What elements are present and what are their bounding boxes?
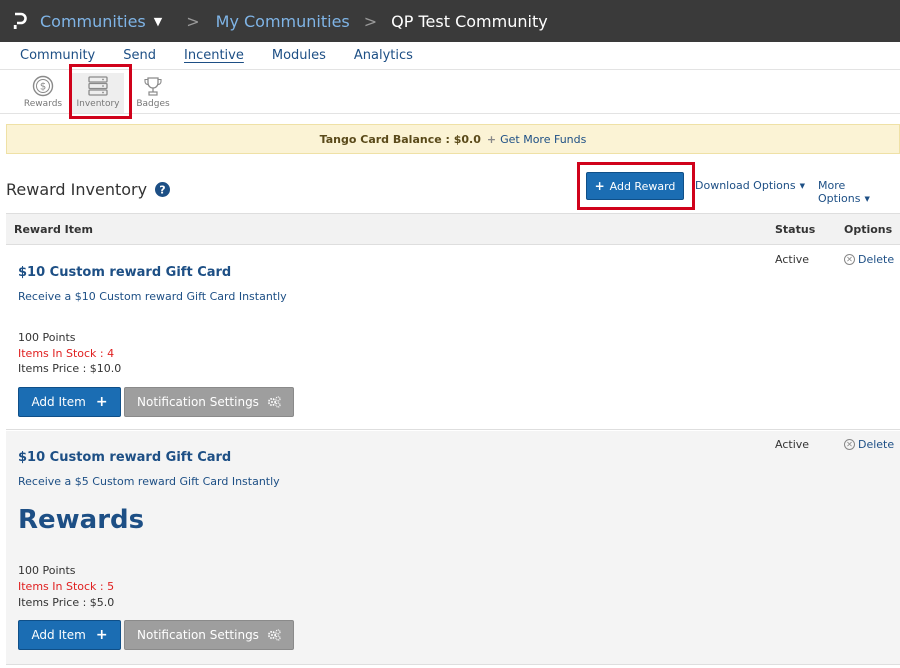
- caret-down-icon: ▼: [153, 14, 163, 28]
- notification-settings-label: Notification Settings: [137, 395, 259, 409]
- table-row: $10 Custom reward Gift Card Receive a $5…: [6, 431, 900, 665]
- download-options-label: Download Options: [695, 179, 796, 192]
- subtab-rewards-label: Rewards: [23, 99, 63, 109]
- subtab-badges-label: Badges: [136, 99, 170, 109]
- top-bar: Communities ▼ > My Communities > QP Test…: [0, 0, 900, 42]
- reward-description: Receive a $10 Custom reward Gift Card In…: [18, 290, 287, 303]
- breadcrumb-communities-label: Communities: [40, 11, 146, 31]
- caret-down-icon: ▼: [864, 195, 870, 203]
- nav-analytics[interactable]: Analytics: [354, 48, 413, 69]
- column-reward-item: Reward Item: [14, 223, 93, 236]
- page-title-wrap: Reward Inventory ?: [6, 180, 171, 199]
- notification-settings-button[interactable]: Notification Settings: [124, 620, 294, 650]
- more-options-label: More Options: [818, 179, 861, 205]
- reward-description: Receive a $5 Custom reward Gift Card Ins…: [18, 475, 280, 488]
- reward-points: 100 Points: [18, 564, 76, 577]
- gears-icon: [267, 396, 281, 408]
- trophy-icon: [127, 73, 179, 99]
- tango-balance: Tango Card Balance : $0.0: [319, 132, 481, 146]
- delete-button[interactable]: ✕ Delete: [844, 253, 894, 266]
- reward-points: 100 Points: [18, 331, 76, 344]
- breadcrumb-separator: >: [186, 11, 200, 31]
- breadcrumb-current: QP Test Community: [391, 11, 548, 31]
- page-title: Reward Inventory: [6, 180, 148, 199]
- plus-icon: +: [594, 179, 605, 193]
- reward-title-link[interactable]: $10 Custom reward Gift Card: [18, 265, 231, 280]
- add-item-button[interactable]: Add Item +: [18, 620, 121, 650]
- svg-text:$: $: [40, 82, 46, 93]
- reward-price: Items Price : $10.0: [18, 362, 122, 375]
- status-value: Active: [775, 253, 810, 266]
- plus-icon: +: [95, 394, 108, 410]
- more-options-dropdown[interactable]: More Options ▼: [818, 179, 900, 205]
- add-item-label: Add Item: [31, 628, 86, 642]
- column-status: Status: [775, 223, 816, 236]
- highlight-box-inventory: [69, 64, 132, 119]
- breadcrumb-separator: >: [363, 11, 378, 31]
- delete-label: Delete: [858, 253, 895, 266]
- notification-settings-button[interactable]: Notification Settings: [124, 387, 294, 417]
- notification-settings-label: Notification Settings: [137, 628, 259, 642]
- add-item-label: Add Item: [31, 395, 86, 409]
- column-options: Options: [844, 223, 893, 236]
- svg-text:?: ?: [159, 184, 165, 197]
- add-item-button[interactable]: Add Item +: [18, 387, 121, 417]
- reward-heading-text: Rewards: [18, 505, 145, 535]
- gears-icon: [267, 629, 281, 641]
- add-reward-button[interactable]: + Add Reward: [586, 172, 684, 200]
- status-value: Active: [775, 438, 810, 451]
- reward-stock: Items In Stock : 5: [18, 580, 115, 593]
- main-nav: Community Send Incentive Modules Analyti…: [0, 42, 900, 70]
- nav-incentive[interactable]: Incentive: [184, 48, 244, 69]
- get-more-funds-link[interactable]: Get More Funds: [500, 133, 586, 146]
- table-row: $10 Custom reward Gift Card Receive a $1…: [6, 245, 900, 430]
- plus-icon: +: [486, 132, 497, 146]
- table-header: Reward Item Status Options: [6, 213, 900, 245]
- reward-stock: Items In Stock : 4: [18, 347, 115, 360]
- dollar-coin-icon: $: [17, 73, 69, 99]
- breadcrumb-communities[interactable]: Communities ▼: [40, 12, 162, 31]
- delete-label: Delete: [858, 438, 895, 451]
- add-reward-label: Add Reward: [609, 179, 676, 193]
- caret-down-icon: ▼: [799, 182, 806, 190]
- reward-price: Items Price : $5.0: [18, 596, 115, 609]
- subtab-rewards[interactable]: $ Rewards: [17, 73, 69, 113]
- plus-icon: +: [95, 627, 108, 643]
- p-logo-icon[interactable]: [0, 12, 40, 30]
- subtab-badges[interactable]: Badges: [127, 73, 179, 113]
- download-options-dropdown[interactable]: Download Options ▼: [695, 179, 805, 192]
- reward-title-link[interactable]: $10 Custom reward Gift Card: [18, 450, 231, 465]
- funds-banner: Tango Card Balance : $0.0 + Get More Fun…: [6, 124, 900, 154]
- breadcrumb-my-communities[interactable]: My Communities: [216, 12, 350, 31]
- nav-modules[interactable]: Modules: [272, 48, 326, 69]
- close-circle-icon: ✕: [844, 254, 855, 265]
- close-circle-icon: ✕: [844, 439, 855, 450]
- delete-button[interactable]: ✕ Delete: [844, 438, 894, 451]
- sub-nav: $ Rewards Inventory Badges: [0, 71, 900, 114]
- help-icon[interactable]: ?: [155, 182, 171, 197]
